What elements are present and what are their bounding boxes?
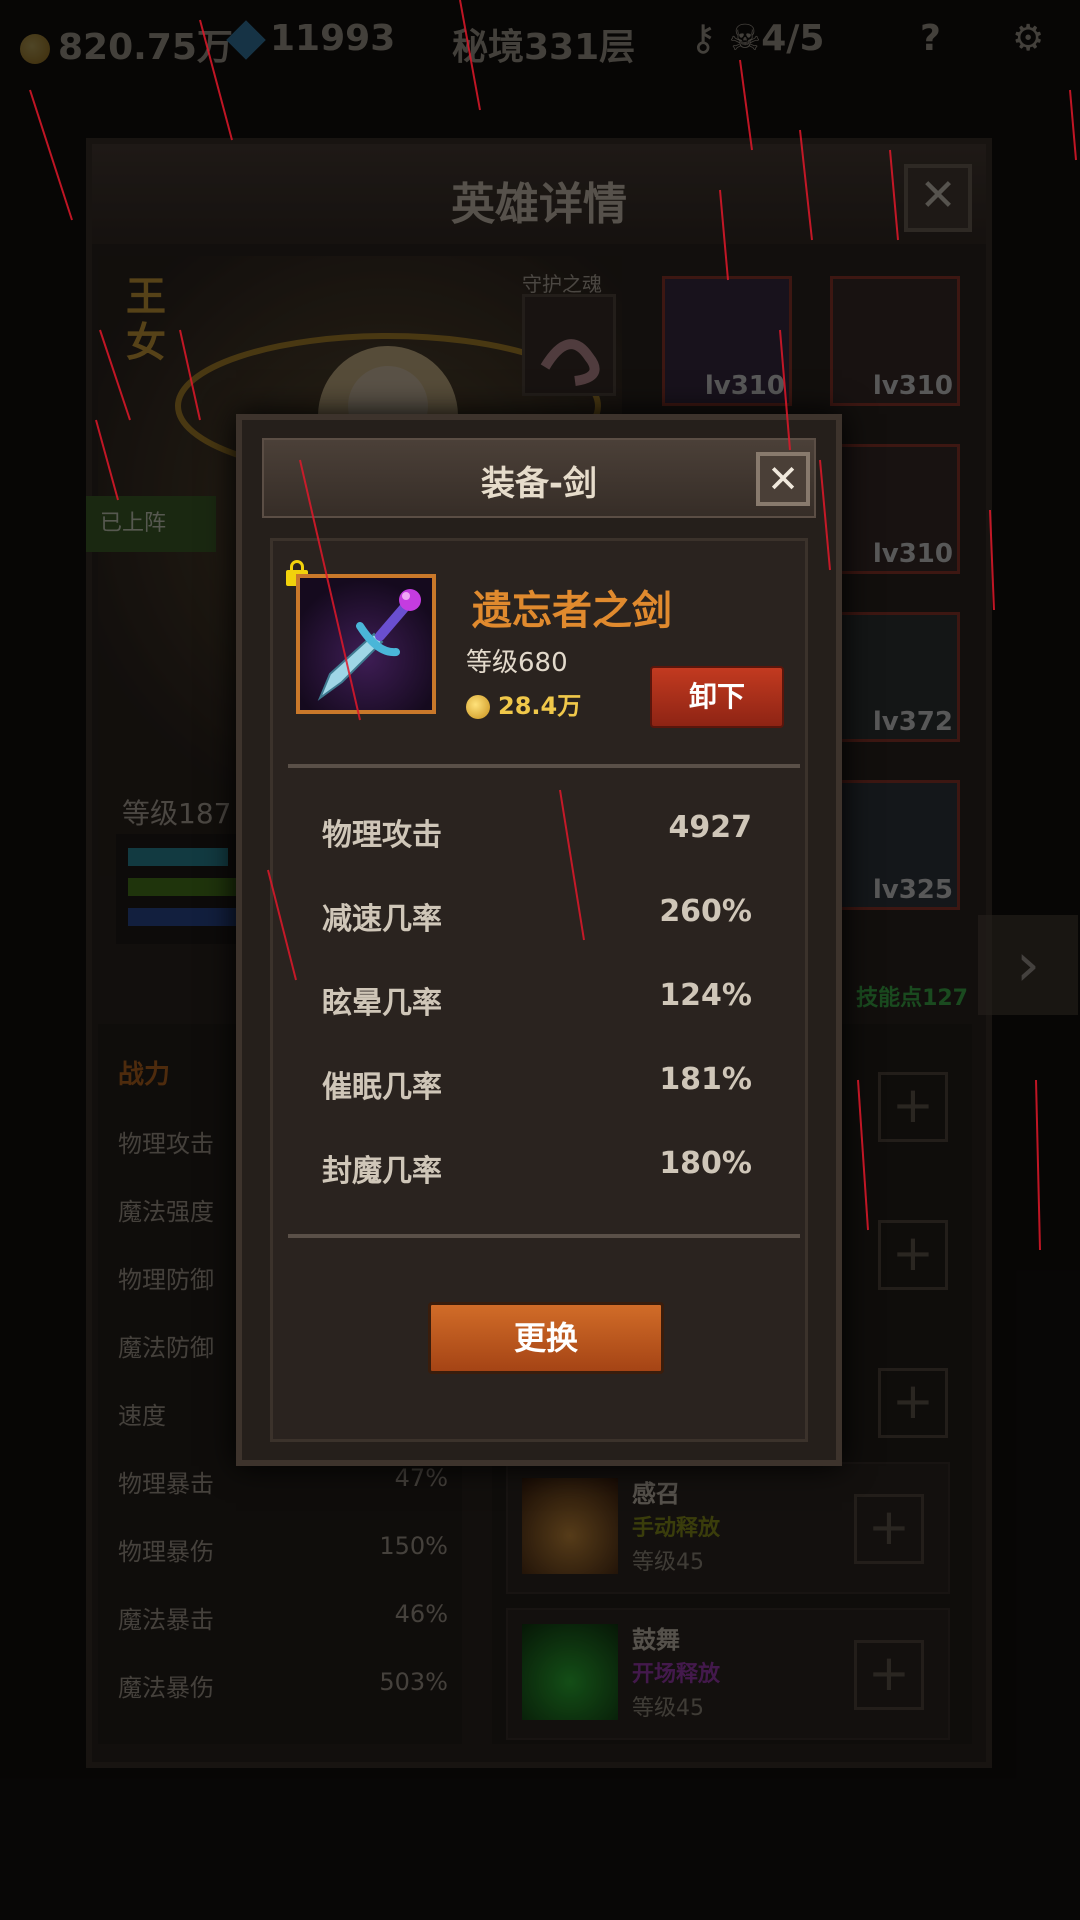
modal-close-button[interactable]: ✕ [756,452,810,506]
item-name: 遗忘者之剑 [472,588,672,634]
item-price: 28.4万 [466,686,581,721]
sword-icon [317,589,421,701]
replace-button[interactable]: 更换 [428,1302,664,1374]
attribute-row: 封魔几率 180% [322,1146,752,1189]
attribute-row: 眩晕几率 124% [322,978,752,1021]
unequip-button[interactable]: 卸下 [650,666,784,728]
item-icon-frame[interactable] [296,574,436,714]
modal-header: 装备-剑 [262,438,816,518]
attribute-row: 减速几率 260% [322,894,752,937]
gold-coin-icon [466,695,490,719]
divider [288,1234,800,1238]
item-level: 等级680 [466,648,568,678]
attribute-row: 催眠几率 181% [322,1062,752,1105]
equipment-modal: 装备-剑 ✕ 遗忘者之剑 等级680 28.4万 卸下 物理攻击 4927 减速几… [236,414,842,1466]
divider [288,764,800,768]
attribute-row: 物理攻击 4927 [322,810,752,853]
modal-title: 装备-剑 [480,464,598,504]
